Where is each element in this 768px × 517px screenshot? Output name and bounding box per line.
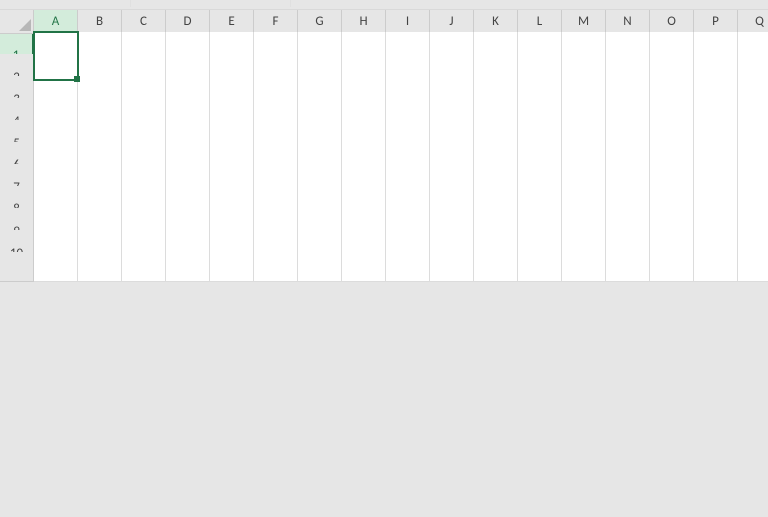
cell-C11[interactable] (122, 252, 166, 282)
cell-M11[interactable] (562, 252, 606, 282)
cell-J11[interactable] (430, 252, 474, 282)
column-header-G[interactable]: G (298, 10, 342, 34)
column-header-Q[interactable]: Q (738, 10, 768, 34)
select-all-triangle-icon (19, 19, 31, 31)
column-header-B[interactable]: B (78, 10, 122, 34)
column-header-P[interactable]: P (694, 10, 738, 34)
cell-A11[interactable] (34, 252, 78, 282)
cell-A1[interactable] (34, 32, 78, 80)
column-header-M[interactable]: M (562, 10, 606, 34)
cell-E11[interactable] (210, 252, 254, 282)
column-header-H[interactable]: H (342, 10, 386, 34)
cell-G11[interactable] (298, 252, 342, 282)
cell-B11[interactable] (78, 252, 122, 282)
column-header-O[interactable]: O (650, 10, 694, 34)
column-header-F[interactable]: F (254, 10, 298, 34)
toolbar-divider (290, 0, 291, 7)
column-header-J[interactable]: J (430, 10, 474, 34)
cell-Q11[interactable] (738, 252, 768, 282)
row-header-11-partial[interactable] (0, 252, 34, 282)
cell-F11[interactable] (254, 252, 298, 282)
column-header-E[interactable]: E (210, 10, 254, 34)
cell-N11[interactable] (606, 252, 650, 282)
cell-P11[interactable] (694, 252, 738, 282)
fill-handle[interactable] (74, 76, 80, 82)
column-header-A[interactable]: A (34, 10, 78, 34)
cell-D11[interactable] (166, 252, 210, 282)
cell-I11[interactable] (386, 252, 430, 282)
column-header-K[interactable]: K (474, 10, 518, 34)
column-header-I[interactable]: I (386, 10, 430, 34)
cell-K11[interactable] (474, 252, 518, 282)
toolbar-divider (130, 0, 131, 7)
column-header-C[interactable]: C (122, 10, 166, 34)
cell-H11[interactable] (342, 252, 386, 282)
column-header-N[interactable]: N (606, 10, 650, 34)
column-header-D[interactable]: D (166, 10, 210, 34)
column-header-L[interactable]: L (518, 10, 562, 34)
cell-L11[interactable] (518, 252, 562, 282)
select-all-corner[interactable] (0, 10, 34, 34)
spreadsheet-grid: A B C D E F G H I J K L M N O P Q 1 2 3 (0, 10, 768, 274)
toolbar-fragment (0, 0, 768, 10)
cell-O11[interactable] (650, 252, 694, 282)
